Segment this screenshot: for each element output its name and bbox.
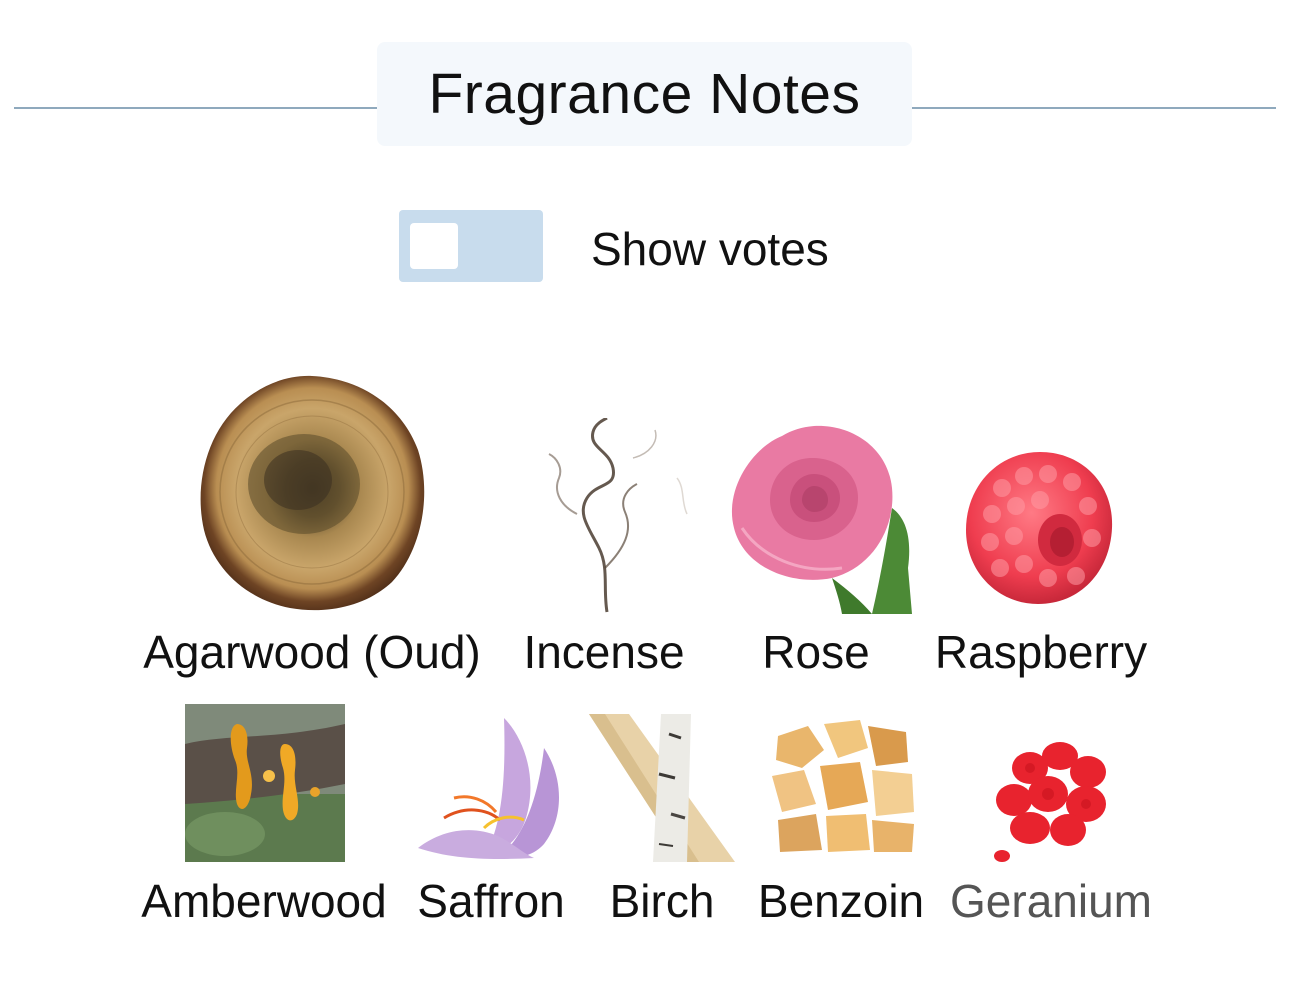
- benzoin-resin-icon: [772, 720, 914, 852]
- note-label: Agarwood (Oud): [143, 626, 481, 678]
- note-label: Rose: [762, 626, 870, 678]
- note-label: Raspberry: [934, 626, 1148, 678]
- birch-bark-icon: [589, 714, 735, 862]
- note-label: Geranium: [950, 875, 1152, 927]
- incense-smoke-icon: [548, 418, 688, 613]
- note-label: Benzoin: [757, 875, 925, 927]
- show-votes-toggle[interactable]: [399, 210, 543, 282]
- header-divider-left: [14, 107, 378, 109]
- note-label: Incense: [523, 626, 685, 678]
- geranium-icon: [994, 742, 1106, 862]
- raspberry-icon: [966, 452, 1113, 604]
- amberwood-resin-icon: [185, 704, 345, 862]
- show-votes-label: Show votes: [591, 223, 829, 275]
- note-label: Saffron: [417, 875, 565, 927]
- note-label: Amberwood: [141, 875, 387, 927]
- header-divider-right: [912, 107, 1276, 109]
- note-label: Birch: [609, 875, 715, 927]
- section-title-box: Fragrance Notes: [377, 42, 912, 146]
- saffron-flower-icon: [418, 718, 559, 859]
- agarwood-icon: [200, 375, 425, 611]
- toggle-knob: [410, 223, 458, 269]
- rose-icon: [731, 425, 912, 614]
- page-title: Fragrance Notes: [428, 62, 861, 126]
